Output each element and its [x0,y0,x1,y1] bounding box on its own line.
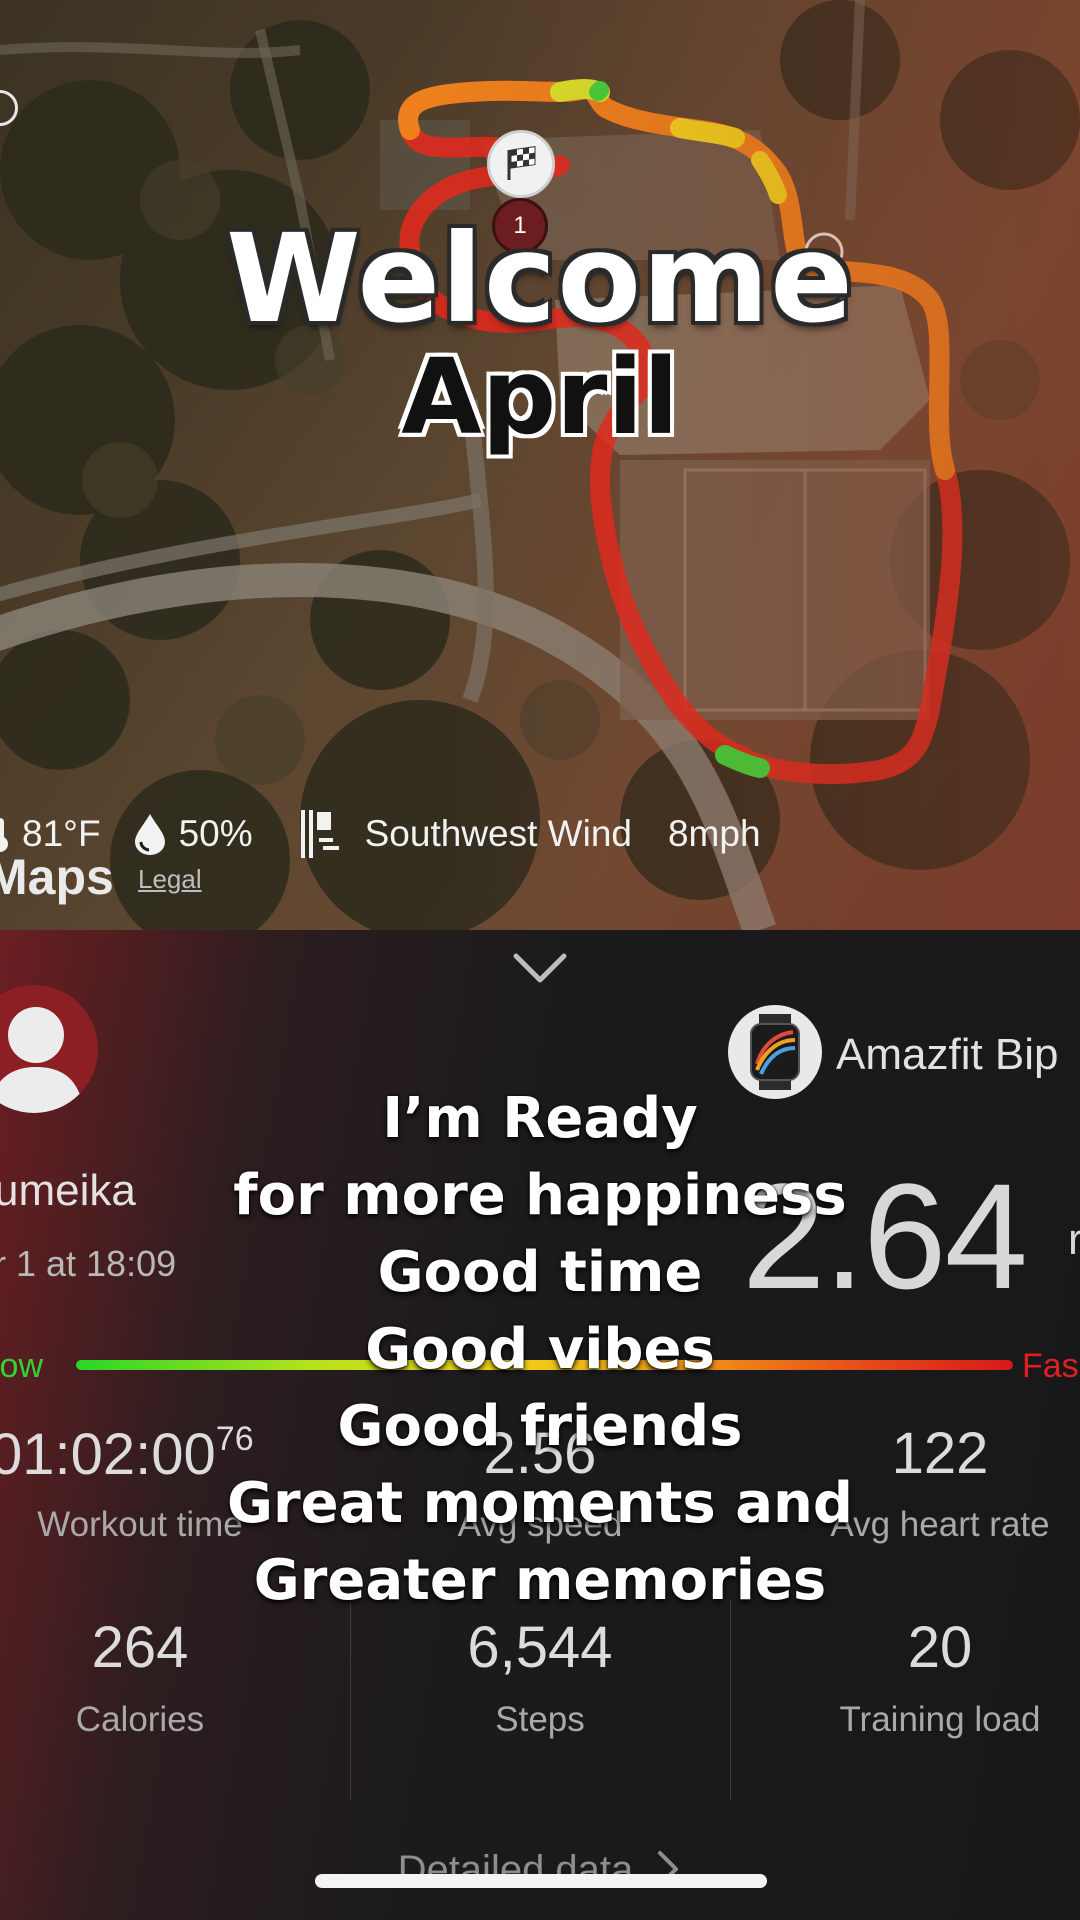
caption-line: for more happiness [233,1163,847,1228]
steps-label: Steps [495,1700,585,1739]
humidity-drop-icon [134,814,165,855]
route-map[interactable]: 1 Welcome April 81°F 50% Southwest Wind … [0,0,1080,930]
wind-flag-icon [300,810,339,858]
chevron-down-icon[interactable] [512,952,568,986]
welcome-heading: Welcome [226,208,854,350]
calories-label: Calories [75,1700,205,1739]
smartwatch-icon [750,1014,800,1090]
caption-line: Good friends [337,1394,743,1459]
steps-value: 6,544 [467,1615,613,1680]
caption-line: Good vibes [365,1317,715,1382]
wind-direction: Southwest Wind [364,813,632,854]
humidity-value: 50% [178,813,253,854]
caption-line: Great moments and [227,1471,853,1536]
caption-line: Good time [377,1240,703,1305]
caption-line: I’m Ready [382,1086,698,1151]
training-load-label: Training load [839,1700,1041,1739]
weather-bar: 81°F 50% Southwest Wind 8mph [0,808,761,860]
device-name: Amazfit Bip [836,1030,1059,1079]
stat-divider [350,1600,351,1800]
legal-link[interactable]: Legal [138,864,202,895]
wind-speed: 8mph [667,813,761,854]
maps-brand-label: Maps [0,849,114,905]
calories-value: 264 [91,1615,189,1680]
stat-divider [730,1600,731,1800]
home-indicator[interactable] [315,1874,767,1888]
caption-line: Greater memories [253,1548,827,1613]
month-heading: April [401,336,679,458]
checkered-flag-icon [507,146,536,180]
device-avatar[interactable] [728,1005,822,1099]
finish-flag-marker[interactable] [487,130,555,198]
training-load-value: 20 [907,1615,973,1680]
